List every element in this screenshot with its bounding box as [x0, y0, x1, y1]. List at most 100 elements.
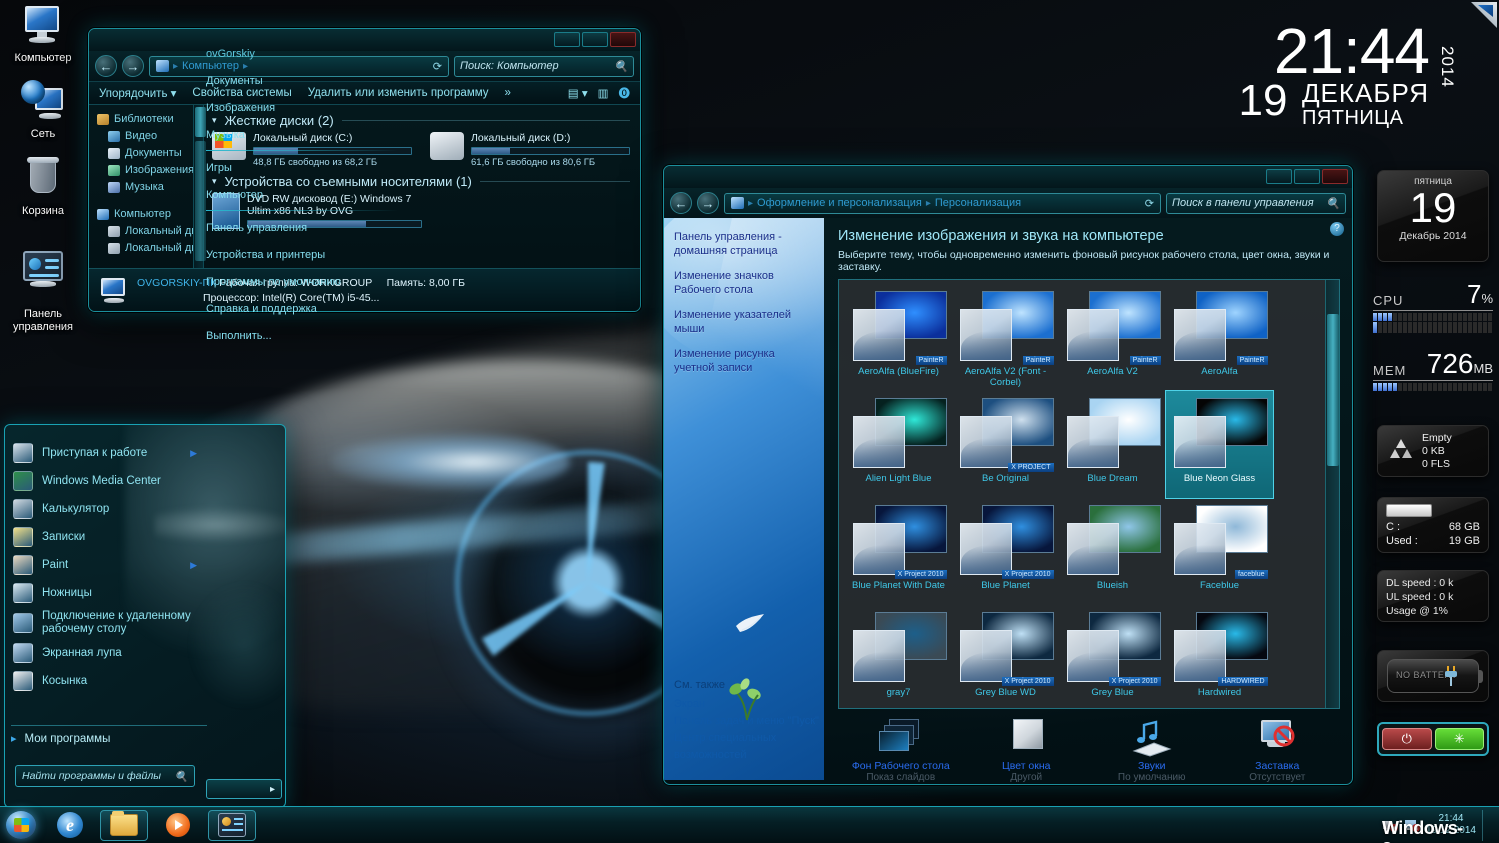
setting-sounds[interactable]: Звуки По умолчанию — [1089, 717, 1215, 783]
start-menu-left-column[interactable]: Приступая к работе ▶ Windows Media Center К… — [5, 425, 205, 695]
cpu-meter-gadget[interactable]: CPU 7% — [1373, 281, 1493, 333]
start-menu-right-item[interactable]: Изображения — [206, 94, 406, 121]
start-menu-item[interactable]: Ножницы — [13, 579, 205, 607]
help-icon[interactable]: ? — [1330, 222, 1344, 236]
scrollbar-thumb[interactable] — [195, 107, 206, 137]
nav-item-documents[interactable]: Документы — [97, 147, 189, 159]
back-button[interactable]: ← — [670, 192, 692, 214]
nav-item-libraries[interactable]: Библиотеки — [97, 113, 189, 125]
scrollbar-track[interactable] — [195, 141, 206, 261]
nav-item-video[interactable]: Видео — [97, 130, 189, 142]
theme-item[interactable]: faceblue Faceblue — [1166, 498, 1273, 605]
start-menu-right-item[interactable]: Программы по умолчанию — [206, 268, 406, 295]
taskbar-item-internet-explorer[interactable]: e — [46, 810, 94, 841]
close-button[interactable] — [1322, 169, 1348, 184]
forward-button[interactable]: → — [697, 192, 719, 214]
search-icon[interactable]: 🔍 — [1326, 197, 1340, 210]
theme-item[interactable]: PainteR AeroAlfa V2 — [1059, 284, 1166, 391]
theme-item[interactable]: HARDWIRED Hardwired — [1166, 605, 1273, 708]
back-button[interactable]: ← — [95, 55, 117, 77]
start-menu-search-input[interactable]: Найти программы и файлы 🔍 — [15, 765, 195, 787]
see-also-link-ease-of-access[interactable]: Центр специальных возможностей — [674, 730, 824, 764]
taskbar[interactable]: e 21:44 19.12.2014 Windows-8.ru — [0, 806, 1499, 843]
theme-item[interactable]: PainteR AeroAlfa V2 (Font - Corbel) — [952, 284, 1059, 391]
all-programs-button[interactable]: ▸ Мои программы — [11, 725, 207, 747]
taskbar-item-explorer[interactable] — [100, 809, 148, 841]
explorer-navigation-pane[interactable]: Библиотеки Видео Документы Изображения М… — [89, 105, 203, 268]
shutdown-button[interactable]: ▸ — [206, 779, 282, 799]
nav-item-drive-d[interactable]: Локальный дис — [97, 242, 203, 254]
theme-item[interactable]: X PROJECT Be Original — [952, 391, 1059, 498]
cp-link-mouse-pointers[interactable]: Изменение указателей мыши — [674, 308, 814, 336]
start-menu[interactable]: Приступая к работе ▶ Windows Media Center К… — [4, 424, 286, 808]
recycle-bin-gadget[interactable]: Empty 0 KB 0 FLS — [1377, 425, 1489, 477]
organize-button[interactable]: Упорядочить ▾ — [99, 86, 176, 100]
control-panel-window[interactable]: ← → ▸ Оформление и персонализация ▸ Перс… — [663, 165, 1353, 785]
drive-item-d[interactable]: Локальный диск (D:) 61,6 ГБ свободно из … — [430, 132, 630, 168]
power-icon[interactable]: ⏻ — [1382, 728, 1432, 750]
nav-item-drive-c[interactable]: Локальный дис — [97, 225, 203, 237]
taskbar-item-media-player[interactable] — [154, 810, 202, 841]
theme-item[interactable]: Alien Light Blue — [845, 391, 952, 498]
breadcrumb-personalization[interactable]: Персонализация — [935, 197, 1021, 209]
start-menu-item[interactable]: Калькулятор — [13, 495, 205, 523]
address-bar[interactable]: ▸ Оформление и персонализация ▸ Персонал… — [724, 192, 1161, 214]
desktop-icon-recycle-bin[interactable]: Корзина — [0, 157, 86, 218]
windows-start-orb[interactable] — [4, 810, 40, 840]
system-tray[interactable]: 21:44 19.12.2014 Windows-8.ru — [1382, 809, 1499, 843]
start-menu-right-item[interactable]: Выполнить... — [206, 322, 406, 349]
start-menu-right-item[interactable]: Компьютер — [206, 181, 406, 208]
start-menu-right-item[interactable]: Панель управления — [206, 214, 406, 241]
start-menu-item[interactable]: Paint ▶ — [13, 551, 205, 579]
start-menu-item[interactable]: Косынка — [13, 667, 205, 695]
theme-item[interactable]: X Project 2010 Grey Blue — [1059, 605, 1166, 708]
theme-item[interactable]: Blueish — [1059, 498, 1166, 605]
setting-title[interactable]: Звуки — [1089, 760, 1215, 772]
nav-item-pictures[interactable]: Изображения — [97, 164, 194, 176]
refresh-icon[interactable]: ⟳ — [433, 60, 442, 73]
setting-window-color[interactable]: Цвет окна Другой — [964, 717, 1090, 783]
setting-title[interactable]: Цвет окна — [964, 760, 1090, 772]
theme-item[interactable]: gray7 — [845, 605, 952, 708]
view-list-icon[interactable]: ▤ ▾ — [568, 86, 588, 100]
maximize-button[interactable] — [582, 32, 608, 47]
start-menu-item[interactable]: Windows Media Center — [13, 467, 205, 495]
memory-meter-gadget[interactable]: MEM 726MB — [1373, 350, 1493, 391]
theme-item[interactable]: Blue Dream — [1059, 391, 1166, 498]
start-menu-right-item[interactable]: Игры — [206, 154, 406, 181]
theme-grid[interactable]: PainteR AeroAlfa (BlueFire) PainteR AeroAlf… — [839, 280, 1315, 708]
theme-item[interactable]: Blue Neon Glass — [1165, 390, 1274, 499]
start-menu-item[interactable]: Подключение к удаленному рабочему столу — [13, 607, 205, 639]
start-menu-right-item[interactable]: Справка и поддержка — [206, 295, 406, 322]
start-menu-item[interactable]: Приступая к работе ▶ — [13, 439, 205, 467]
theme-item[interactable]: PainteR AeroAlfa — [1166, 284, 1273, 391]
nav-item-music[interactable]: Музыка — [97, 181, 189, 193]
start-menu-right-item[interactable]: ovGorskiy — [206, 40, 406, 67]
setting-desktop-background[interactable]: Фон Рабочего стола Показ слайдов — [838, 717, 964, 783]
explorer-window-buttons[interactable] — [554, 32, 636, 47]
cp-link-account-picture[interactable]: Изменение рисунка учетной записи — [674, 347, 814, 375]
start-menu-right-item[interactable]: Устройства и принтеры — [206, 241, 406, 268]
cp-window-buttons[interactable] — [1266, 169, 1348, 184]
search-icon[interactable]: 🔍 — [175, 770, 188, 783]
minimize-button[interactable] — [554, 32, 580, 47]
start-menu-right-item[interactable]: Музыка — [206, 121, 406, 148]
maximize-button[interactable] — [1294, 169, 1320, 184]
setting-title[interactable]: Заставка — [1215, 760, 1341, 772]
battery-gadget[interactable]: NO BATTERY — [1377, 650, 1489, 702]
theme-item[interactable]: X Project 2010 Grey Blue WD — [952, 605, 1059, 708]
control-panel-search-box[interactable]: Поиск в панели управления 🔍 — [1166, 192, 1346, 214]
start-menu-item[interactable]: Записки — [13, 523, 205, 551]
minimize-button[interactable] — [1266, 169, 1292, 184]
explorer-search-box[interactable]: Поиск: Компьютер 🔍 — [454, 55, 634, 77]
forward-button[interactable]: → — [122, 55, 144, 77]
refresh-icon[interactable]: ⟳ — [1145, 197, 1154, 210]
theme-item[interactable]: X Project 2010 Blue Planet — [952, 498, 1059, 605]
start-menu-item[interactable]: Экранная лупа — [13, 639, 205, 667]
search-icon[interactable]: 🔍 — [614, 60, 628, 73]
control-panel-nav-row[interactable]: ← → ▸ Оформление и персонализация ▸ Перс… — [664, 188, 1352, 218]
theme-list-scrollbar[interactable] — [1325, 280, 1339, 708]
control-panel-nav-pane[interactable]: Панель управления - домашняя страница Из… — [664, 218, 824, 780]
nav-item-computer[interactable]: Компьютер — [97, 208, 189, 220]
theme-item[interactable]: PainteR AeroAlfa (BlueFire) — [845, 284, 952, 391]
